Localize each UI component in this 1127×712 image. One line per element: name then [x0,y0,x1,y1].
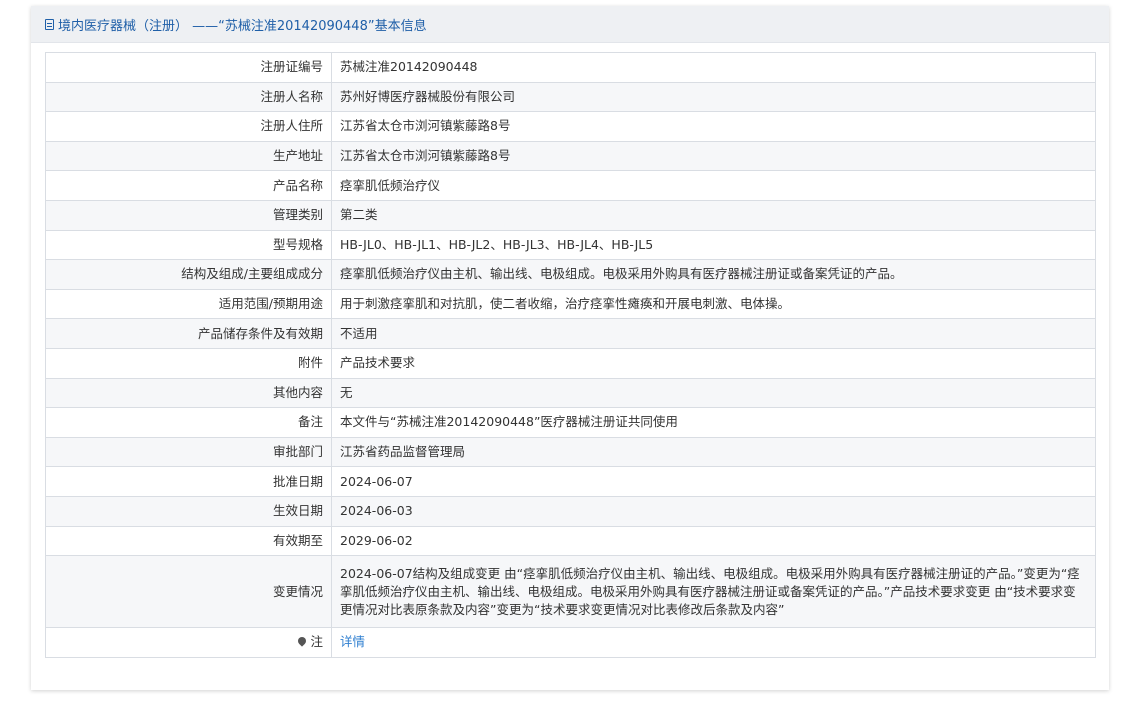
row-label: 产品名称 [45,170,332,201]
row-value: 2024-06-03 [331,495,1096,527]
row-label: 变更情况 [45,555,332,629]
row-label: 生产地址 [45,140,332,172]
row-value: HB-JL0、HB-JL1、HB-JL2、HB-JL3、HB-JL4、HB-JL… [331,229,1096,261]
row-value: 苏州好博医疗器械股份有限公司 [331,81,1096,113]
row-value: 痉挛肌低频治疗仪由主机、输出线、电极组成。电极采用外购具有医疗器械注册证或备案凭… [331,259,1096,290]
note-label-cell: 注 [45,627,332,658]
info-panel: 境内医疗器械（注册） ——“苏械注准20142090448”基本信息 注册证编号… [31,6,1109,690]
row-label: 适用范围/预期用途 [45,288,332,320]
table-row: 有效期至 2029-06-02 [45,525,1096,557]
panel-header: 境内医疗器械（注册） ——“苏械注准20142090448”基本信息 [31,6,1109,43]
row-label: 备注 [45,407,332,438]
row-label: 型号规格 [45,229,332,261]
table-row: 产品储存条件及有效期 不适用 [45,318,1096,349]
table-row: 型号规格 HB-JL0、HB-JL1、HB-JL2、HB-JL3、HB-JL4、H… [45,229,1096,261]
row-label: 其他内容 [45,377,332,409]
row-label: 审批部门 [45,436,332,468]
row-label: 有效期至 [45,525,332,557]
table-row: 附件 产品技术要求 [45,347,1096,379]
document-icon [45,18,54,30]
row-value: 苏械注准20142090448 [331,52,1096,83]
table-row: 注册证编号 苏械注准20142090448 [45,52,1096,83]
table-row: 注册人名称 苏州好博医疗器械股份有限公司 [45,81,1096,113]
detail-link[interactable]: 详情 [340,634,365,649]
table-row: 管理类别 第二类 [45,199,1096,231]
row-value: 第二类 [331,199,1096,231]
row-value: 江苏省药品监督管理局 [331,436,1096,468]
note-label: 注 [310,634,323,650]
table-row-note: 注 详情 [45,627,1096,658]
row-label: 附件 [45,347,332,379]
row-value: 痉挛肌低频治疗仪 [331,170,1096,201]
row-value: 产品技术要求 [331,347,1096,379]
page-title: 境内医疗器械（注册） ——“苏械注准20142090448”基本信息 [58,18,427,34]
row-label: 结构及组成/主要组成成分 [45,259,332,290]
note-value-cell: 详情 [331,627,1096,658]
table-row: 审批部门 江苏省药品监督管理局 [45,436,1096,468]
row-value: 2024-06-07结构及组成变更 由“痉挛肌低频治疗仪由主机、输出线、电极组成… [331,555,1096,629]
row-value: 本文件与“苏械注准20142090448”医疗器械注册证共同使用 [331,407,1096,438]
row-value: 无 [331,377,1096,409]
row-label: 注册人名称 [45,81,332,113]
row-value: 2024-06-07 [331,466,1096,497]
row-label: 批准日期 [45,466,332,497]
row-value: 2029-06-02 [331,525,1096,557]
table-row: 适用范围/预期用途 用于刺激痉挛肌和对抗肌，使二者收缩，治疗痉挛性瘫痪和开展电刺激… [45,288,1096,320]
table-row: 批准日期 2024-06-07 [45,466,1096,497]
row-label: 注册人住所 [45,111,332,142]
row-value: 江苏省太仓市浏河镇紫藤路8号 [331,140,1096,172]
row-value: 江苏省太仓市浏河镇紫藤路8号 [331,111,1096,142]
row-value: 不适用 [331,318,1096,349]
info-table: 注册证编号 苏械注准20142090448 注册人名称 苏州好博医疗器械股份有限公司… [45,52,1096,658]
table-row: 变更情况 2024-06-07结构及组成变更 由“痉挛肌低频治疗仪由主机、输出线、… [45,555,1096,629]
row-label: 产品储存条件及有效期 [45,318,332,349]
row-value: 用于刺激痉挛肌和对抗肌，使二者收缩，治疗痉挛性瘫痪和开展电刺激、电体操。 [331,288,1096,320]
table-row: 结构及组成/主要组成成分 痉挛肌低频治疗仪由主机、输出线、电极组成。电极采用外购具… [45,259,1096,290]
table-row: 注册人住所 江苏省太仓市浏河镇紫藤路8号 [45,111,1096,142]
row-label: 管理类别 [45,199,332,231]
table-row: 备注 本文件与“苏械注准20142090448”医疗器械注册证共同使用 [45,407,1096,438]
row-label: 生效日期 [45,495,332,527]
table-row: 产品名称 痉挛肌低频治疗仪 [45,170,1096,201]
pin-icon [296,635,309,648]
table-row: 生效日期 2024-06-03 [45,495,1096,527]
table-row: 生产地址 江苏省太仓市浏河镇紫藤路8号 [45,140,1096,172]
row-label: 注册证编号 [45,52,332,83]
table-row: 其他内容无 [45,377,1096,409]
